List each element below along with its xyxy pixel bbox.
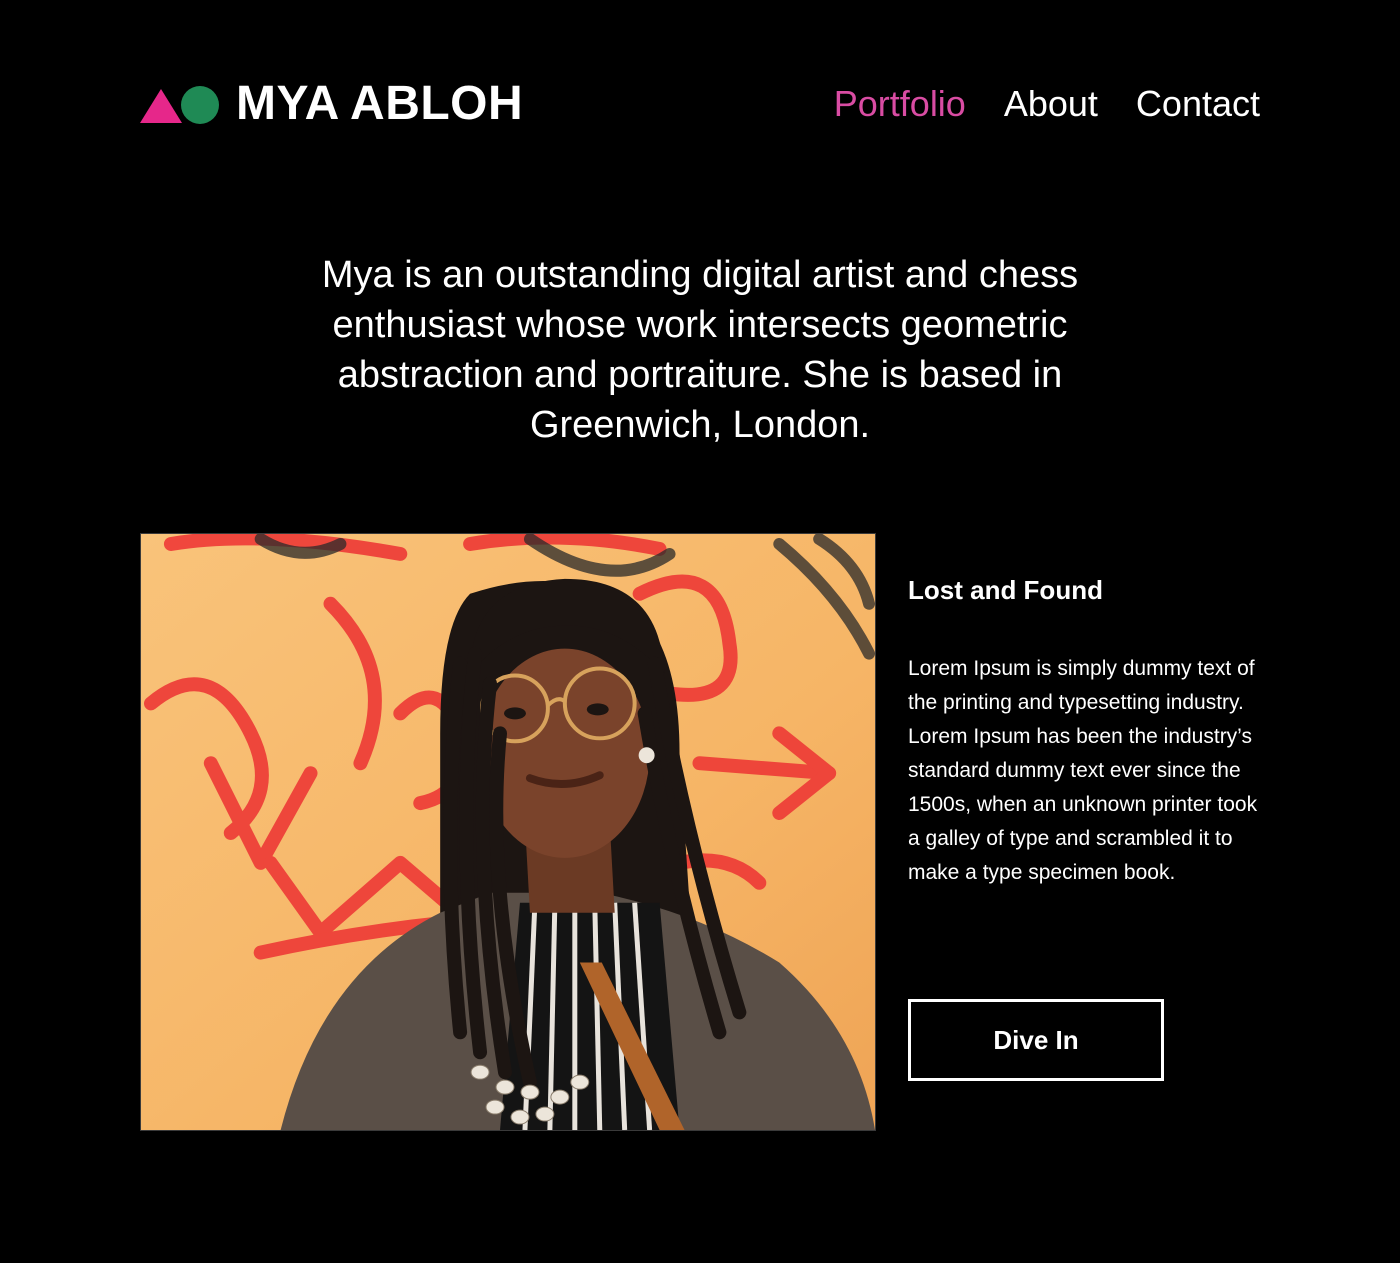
triangle-circle-logo-icon (140, 86, 219, 124)
circle-icon (181, 86, 219, 124)
site-header: MYA ABLOH Portfolio About Contact (140, 72, 1260, 136)
triangle-icon (140, 89, 182, 123)
nav-item-portfolio[interactable]: Portfolio (834, 86, 966, 122)
brand[interactable]: MYA ABLOH (140, 80, 523, 128)
main-nav: Portfolio About Contact (834, 86, 1260, 122)
dive-in-button[interactable]: Dive In (908, 999, 1164, 1081)
nav-item-about[interactable]: About (1004, 86, 1098, 122)
feature-description: Lorem Ipsum is simply dummy text of the … (908, 657, 1258, 884)
intro-text: Mya is an outstanding digital artist and… (321, 254, 1079, 446)
logo (140, 84, 220, 124)
brand-name: MYA ABLOH (236, 77, 524, 130)
featured-portrait-image (140, 533, 876, 1131)
feature-panel: Lost and Found Lorem Ipsum is simply dum… (908, 570, 1268, 890)
feature-title: Lost and Found (908, 575, 1103, 605)
portrait-illustration (141, 534, 875, 1130)
nav-item-contact[interactable]: Contact (1136, 86, 1260, 122)
